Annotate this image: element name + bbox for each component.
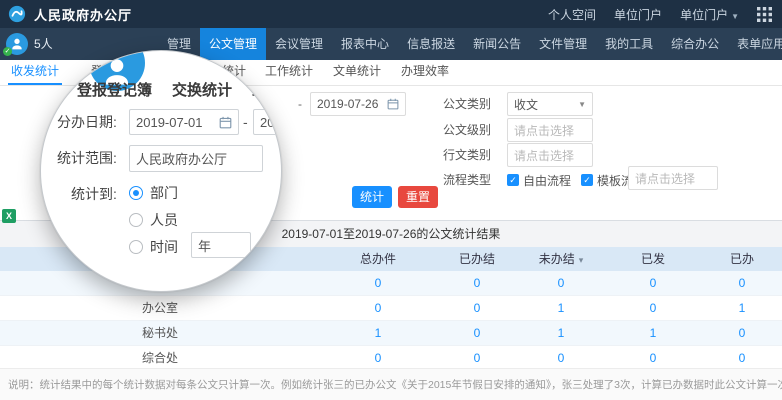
flow-select-input[interactable]: 请点击选择: [628, 166, 718, 190]
radio-time[interactable]: 时间: [129, 237, 178, 257]
nav-item-xinxi[interactable]: 信息报送: [398, 28, 464, 60]
doc-type-label: 行文类别: [443, 143, 491, 167]
unit-portal-link-1[interactable]: 单位门户: [614, 6, 662, 23]
radio-department[interactable]: 部门: [129, 183, 178, 203]
doc-type-input[interactable]: 请点击选择: [507, 143, 593, 167]
free-flow-checkbox[interactable]: ✓: [507, 174, 519, 186]
reset-button[interactable]: 重置: [398, 186, 438, 208]
date-to-input[interactable]: 2019-07-26: [310, 92, 406, 116]
nav-menu: 管理 公文管理 会议管理 报表中心 信息报送 新闻公告 文件管理 我的工具 综合…: [158, 28, 782, 60]
top-bar: 人民政府办公厅 个人空间 单位门户 单位门户▼: [0, 0, 782, 28]
tab-shoufa-tongji[interactable]: 收发统计: [8, 60, 62, 85]
date-range-separator: -: [243, 109, 248, 135]
nav-item-huiyi[interactable]: 会议管理: [266, 28, 332, 60]
radio-selected-icon: [129, 186, 143, 200]
sort-caret-icon[interactable]: ▾: [579, 255, 584, 265]
explanation-note: 说明：统计结果中的每个统计数据对每条公文只计算一次。例如统计张三的已办公文《关于…: [0, 368, 782, 400]
flow-type-label: 流程类型: [443, 168, 491, 192]
doc-level-label: 公文级别: [443, 118, 491, 142]
nav-item-baobiao[interactable]: 报表中心: [332, 28, 398, 60]
date-to-input-magnified[interactable]: 2019-07: [253, 109, 282, 135]
magnified-tabs: 登报登记簿 交换统计 工作统计: [77, 79, 282, 100]
col-header-total[interactable]: 总办件: [320, 247, 436, 271]
statistics-button[interactable]: 统计: [352, 186, 392, 208]
radio-person[interactable]: 人员: [129, 210, 178, 230]
nav-item-zonghe[interactable]: 综合办公: [662, 28, 728, 60]
nav-item-gongju[interactable]: 我的工具: [596, 28, 662, 60]
period-input[interactable]: 年: [191, 232, 251, 258]
stat-range-input[interactable]: 人民政府办公厅: [129, 145, 263, 172]
tab-dengjibu[interactable]: 登报登记簿: [77, 79, 152, 100]
col-header-done[interactable]: 已办结: [436, 247, 518, 271]
unit-portal-link-2[interactable]: 单位门户▼: [680, 6, 739, 23]
nav-item-gongwen[interactable]: 公文管理: [200, 28, 266, 60]
col-header-handled[interactable]: 已办: [702, 247, 782, 271]
select-caret-icon: ▼: [578, 100, 586, 109]
app-logo-icon: [8, 5, 26, 23]
stat-range-label: 统计范围:: [57, 145, 117, 171]
table-row: 办公室 0 0 1 0 1: [0, 296, 782, 321]
calendar-icon: [219, 116, 232, 129]
radio-icon: [129, 213, 143, 227]
tab-jiaohuan-tongji[interactable]: 交换统计: [172, 79, 232, 100]
table-row: 秘书处 1 0 1 1 0: [0, 321, 782, 346]
tab-gongzuo-tongji[interactable]: 工作统计: [252, 79, 282, 100]
excel-export-icon[interactable]: X: [2, 209, 16, 223]
date-from-input[interactable]: 2019-07-01: [129, 109, 239, 135]
org-title: 人民政府办公厅: [34, 5, 132, 24]
tab-banli-xiaolv[interactable]: 办理效率: [398, 60, 452, 83]
nav-item-biaodan[interactable]: 表单应用: [728, 28, 782, 60]
col-header-sent[interactable]: 已发: [604, 247, 702, 271]
nav-item-wenjian[interactable]: 文件管理: [530, 28, 596, 60]
template-flow-checkbox[interactable]: ✓: [581, 174, 593, 186]
user-count-badge: 5人: [34, 28, 53, 60]
date-range-separator: -: [298, 92, 302, 116]
personal-space-link[interactable]: 个人空间: [548, 6, 596, 23]
tab-wendan-tongji[interactable]: 文单统计: [330, 60, 384, 83]
radio-icon: [129, 240, 143, 254]
online-status-check-icon: ✓: [3, 47, 12, 56]
stat-to-label: 统计到:: [71, 181, 117, 207]
nav-item-xinwen[interactable]: 新闻公告: [464, 28, 530, 60]
col-header-undone[interactable]: 未办结▾: [518, 247, 604, 271]
doc-category-select[interactable]: 收文 ▼: [507, 92, 593, 116]
chevron-down-icon: ▼: [731, 12, 739, 21]
magnifier-overlay: 登报登记簿 交换统计 工作统计 分办日期: 2019-07-01 - 2019-…: [40, 50, 282, 292]
apps-grid-icon[interactable]: [757, 7, 772, 22]
doc-category-label: 公文类别: [443, 92, 491, 116]
doc-level-input[interactable]: 请点击选择: [507, 118, 593, 142]
calendar-icon: [387, 98, 399, 110]
dispatch-date-label: 分办日期:: [57, 109, 117, 135]
